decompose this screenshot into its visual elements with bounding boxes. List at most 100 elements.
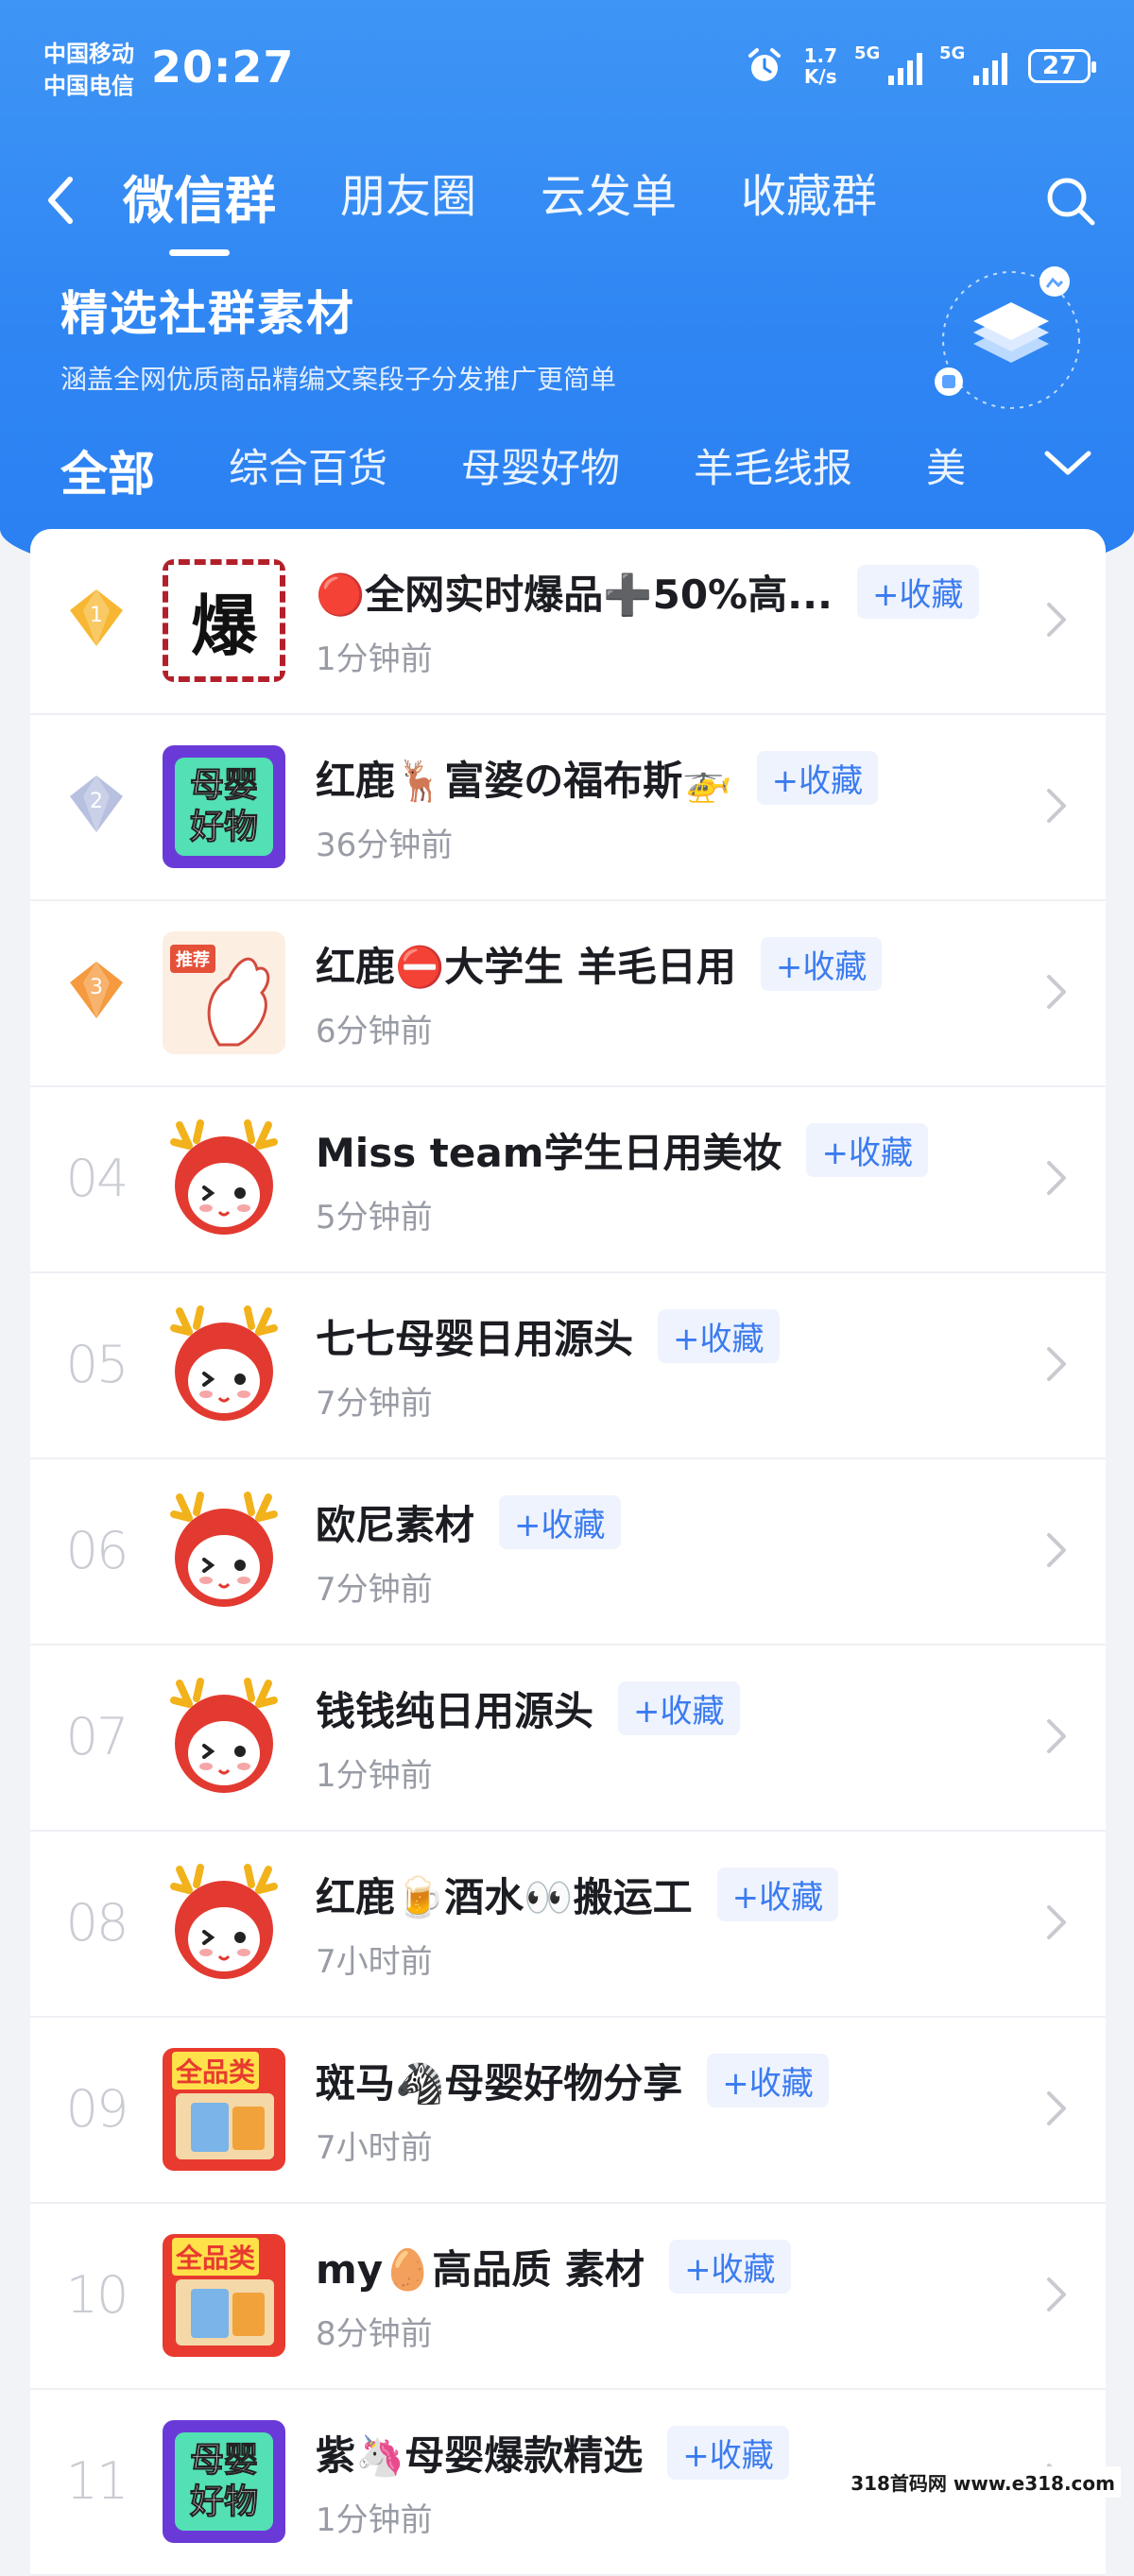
rank-number: 10 bbox=[65, 2264, 129, 2325]
chevron-right-icon[interactable] bbox=[1045, 1531, 1068, 1569]
group-row[interactable]: 05 七七母婴日用源头 +收藏 7分钟前 bbox=[30, 1273, 1106, 1459]
group-row[interactable]: 06 欧尼素材 +收藏 7分钟前 bbox=[30, 1459, 1106, 1646]
update-time: 1分钟前 bbox=[316, 2501, 433, 2539]
back-icon[interactable] bbox=[42, 172, 79, 229]
carrier-1: 中国移动 bbox=[43, 41, 134, 67]
group-avatar: 母婴 好物 bbox=[163, 745, 285, 868]
network-type-1: 5G bbox=[854, 43, 881, 63]
group-avatar: 推荐 bbox=[163, 931, 285, 1054]
rank: 1 bbox=[59, 582, 134, 657]
layers-illustration-icon bbox=[935, 266, 1080, 409]
group-row[interactable]: 09 全品类 斑马🦓母婴好物分享 +收藏 7小时前 bbox=[30, 2018, 1106, 2204]
favorite-button[interactable]: +收藏 bbox=[756, 751, 879, 805]
update-time: 36分钟前 bbox=[316, 827, 454, 864]
group-row[interactable]: 1 爆 🔴全网实时爆品➕50%高... +收藏 1分钟前 bbox=[30, 529, 1106, 715]
favorite-button[interactable]: +收藏 bbox=[667, 2426, 789, 2480]
category-baby-goods[interactable]: 母婴好物 bbox=[461, 436, 620, 504]
carrier-2: 中国电信 bbox=[43, 73, 134, 99]
chevron-right-icon[interactable] bbox=[1045, 973, 1068, 1011]
rank-number: 06 bbox=[65, 1520, 129, 1580]
favorite-button[interactable]: +收藏 bbox=[499, 1495, 621, 1549]
group-name: 红鹿🍺酒水👀搬运工 bbox=[316, 1874, 693, 1920]
search-icon[interactable] bbox=[1043, 174, 1098, 229]
chevron-right-icon[interactable] bbox=[1045, 1345, 1068, 1383]
group-title-line: my🥚高品质 素材 +收藏 bbox=[316, 2238, 791, 2295]
group-row[interactable]: 10 全品类 my🥚高品质 素材 +收藏 8分钟前 bbox=[30, 2204, 1106, 2390]
tab-cloud-orders[interactable]: 云发单 bbox=[541, 159, 677, 252]
rank: 07 bbox=[59, 1698, 134, 1774]
category-all[interactable]: 全部 bbox=[60, 436, 155, 504]
update-time: 7小时前 bbox=[316, 1943, 433, 1981]
update-time: 1分钟前 bbox=[316, 1757, 433, 1795]
chevron-right-icon[interactable] bbox=[1045, 787, 1068, 825]
group-title-line: 🔴全网实时爆品➕50%高... +收藏 bbox=[316, 563, 979, 621]
favorite-button[interactable]: +收藏 bbox=[707, 2054, 829, 2107]
rank-number: 09 bbox=[65, 2078, 129, 2139]
group-row[interactable]: 08 红鹿🍺酒水👀搬运工 +收藏 7小时前 bbox=[30, 1832, 1106, 2018]
chevron-right-icon[interactable] bbox=[1045, 1717, 1068, 1755]
chevron-down-icon[interactable] bbox=[1040, 444, 1096, 482]
chevron-right-icon[interactable] bbox=[1045, 601, 1068, 639]
group-name: 红鹿⛔大学生 羊毛日用 bbox=[316, 944, 736, 990]
rank: 05 bbox=[59, 1326, 134, 1402]
rank-number: 04 bbox=[65, 1148, 129, 1208]
rank-number: 2 bbox=[90, 790, 103, 813]
favorite-button[interactable]: +收藏 bbox=[806, 1123, 928, 1177]
category-general-goods[interactable]: 综合百货 bbox=[229, 436, 387, 504]
favorite-button[interactable]: +收藏 bbox=[760, 937, 883, 991]
group-avatar bbox=[163, 1676, 285, 1799]
group-row[interactable]: 07 钱钱纯日用源头 +收藏 1分钟前 bbox=[30, 1646, 1106, 1832]
chevron-right-icon[interactable] bbox=[1045, 2090, 1068, 2127]
rank: 3 bbox=[59, 954, 134, 1030]
favorite-button[interactable]: +收藏 bbox=[857, 565, 979, 619]
group-row[interactable]: 2 母婴 好物 红鹿🦌富婆の福布斯🚁 +收藏 36分钟前 bbox=[30, 715, 1106, 901]
rank-number: 3 bbox=[90, 976, 103, 999]
banner-title: 精选社群素材 bbox=[60, 286, 355, 341]
group-title-line: 欧尼素材 +收藏 bbox=[316, 1493, 621, 1551]
chevron-right-icon[interactable] bbox=[1045, 1159, 1068, 1197]
thumb-label: 全品类 bbox=[172, 2238, 260, 2276]
clock: 20:27 bbox=[151, 42, 295, 93]
group-name: my🥚高品质 素材 bbox=[316, 2246, 645, 2293]
thumb-label: 母婴 bbox=[189, 2441, 258, 2481]
group-name: 欧尼素材 bbox=[316, 1502, 475, 1548]
chevron-right-icon[interactable] bbox=[1045, 2276, 1068, 2313]
chevron-right-icon[interactable] bbox=[1045, 1903, 1068, 1941]
favorite-button[interactable]: +收藏 bbox=[669, 2240, 791, 2294]
update-time: 6分钟前 bbox=[316, 1013, 433, 1050]
thumb-label: 母婴 bbox=[189, 766, 258, 806]
category-tabs: 全部 综合百货 母婴好物 羊毛线报 美 bbox=[60, 436, 966, 504]
category-beauty[interactable]: 美 bbox=[926, 436, 966, 504]
status-bar: 中国移动 中国电信 20:27 1.7 K/s 5G 5G 27 bbox=[0, 0, 1134, 142]
update-time: 8分钟前 bbox=[316, 2315, 433, 2353]
tab-moments[interactable]: 朋友圈 bbox=[340, 159, 476, 252]
group-avatar bbox=[163, 1117, 285, 1240]
group-row[interactable]: 04 Miss team学生日用美妆 +收藏 5分钟前 bbox=[30, 1087, 1106, 1273]
top-nav: 微信群 朋友圈 云发单 收藏群 bbox=[0, 151, 1134, 256]
group-row[interactable]: 3 推荐 红鹿⛔大学生 羊毛日用 +收藏 6分钟前 bbox=[30, 901, 1106, 1087]
update-time: 7分钟前 bbox=[316, 1385, 433, 1423]
favorite-button[interactable]: +收藏 bbox=[658, 1309, 780, 1363]
signal-icon-1: 5G bbox=[854, 43, 922, 85]
rank: 2 bbox=[59, 768, 134, 844]
thumb-label: 好物 bbox=[189, 2482, 258, 2522]
tab-favorite-groups[interactable]: 收藏群 bbox=[741, 159, 877, 252]
status-icons: 1.7 K/s 5G 5G 27 bbox=[746, 43, 1096, 87]
carrier-info: 中国移动 中国电信 bbox=[43, 38, 134, 102]
rank-badge-icon: 1 bbox=[70, 589, 123, 646]
group-title-line: 斑马🦓母婴好物分享 +收藏 bbox=[316, 2052, 829, 2109]
category-deals[interactable]: 羊毛线报 bbox=[694, 436, 852, 504]
update-time: 7小时前 bbox=[316, 2129, 433, 2167]
tab-wechat-groups[interactable]: 微信群 bbox=[123, 159, 276, 256]
rank-badge: 1 bbox=[64, 586, 129, 654]
group-list: 1 爆 🔴全网实时爆品➕50%高... +收藏 1分钟前 2 母婴 好物 红鹿🦌富婆の福布斯🚁 +… bbox=[30, 529, 1106, 2576]
thumb-label: 好物 bbox=[189, 808, 258, 847]
watermark: 318首码网 www.e318.com bbox=[845, 2466, 1121, 2498]
group-avatar bbox=[163, 1862, 285, 1985]
rank: 11 bbox=[59, 2443, 134, 2518]
favorite-button[interactable]: +收藏 bbox=[618, 1681, 740, 1735]
group-avatar bbox=[163, 1490, 285, 1612]
battery-level: 27 bbox=[1041, 52, 1077, 80]
favorite-button[interactable]: +收藏 bbox=[716, 1868, 839, 1921]
group-name: 紫🦄母婴爆款精选 bbox=[316, 2432, 644, 2479]
